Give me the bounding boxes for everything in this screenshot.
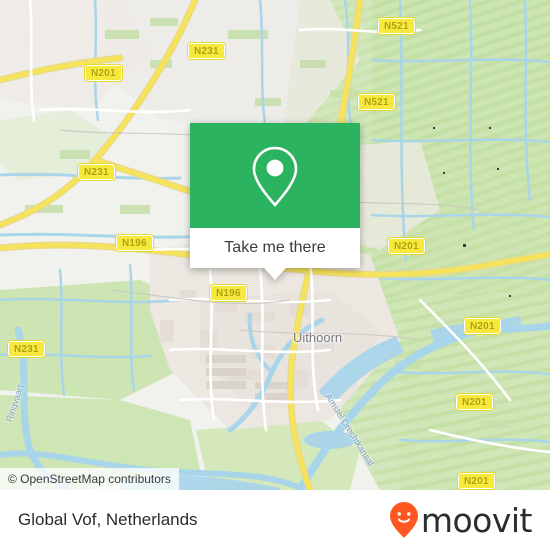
map-pin-icon bbox=[252, 146, 298, 207]
road-shield-n201-right[interactable]: N201 bbox=[387, 237, 426, 255]
road-shield-n201-east[interactable]: N201 bbox=[463, 317, 502, 335]
map-canvas[interactable]: Uithoorn Ringvaart Amstel Drechtkanaal N… bbox=[0, 0, 550, 490]
road-shield-n196-center[interactable]: N196 bbox=[209, 284, 248, 302]
road-shield-n231-top[interactable]: N231 bbox=[187, 42, 226, 60]
road-shield-n196-left[interactable]: N196 bbox=[115, 234, 154, 252]
road-shield-n231-bottomleft[interactable]: N231 bbox=[7, 340, 46, 358]
road-shield-n521-upper[interactable]: N521 bbox=[357, 93, 396, 111]
popup-header bbox=[190, 123, 360, 228]
place-label-uithoorn: Uithoorn bbox=[293, 330, 343, 345]
road-shield-n201-southeast[interactable]: N201 bbox=[455, 393, 494, 411]
location-popup-card[interactable]: Take me there bbox=[190, 123, 360, 280]
screenshot-root: Uithoorn Ringvaart Amstel Drechtkanaal N… bbox=[0, 0, 550, 550]
moovit-logo[interactable]: moovit bbox=[389, 500, 533, 540]
osm-attribution[interactable]: © OpenStreetMap contributors bbox=[0, 468, 179, 490]
road-shield-n201-bottom[interactable]: N201 bbox=[457, 472, 496, 490]
moovit-smiley-pin-icon bbox=[389, 502, 418, 538]
road-shield-n201-topleft[interactable]: N201 bbox=[84, 64, 123, 82]
take-me-there-label: Take me there bbox=[224, 239, 326, 256]
footer-bar: Global Vof, Netherlands moovit bbox=[0, 490, 550, 550]
road-shield-n231-left[interactable]: N231 bbox=[77, 163, 116, 181]
road-shield-n521-top[interactable]: N521 bbox=[377, 17, 416, 35]
popup-pointer bbox=[264, 268, 286, 280]
location-title: Global Vof, Netherlands bbox=[18, 510, 198, 529]
popup-action[interactable]: Take me there bbox=[190, 228, 360, 268]
moovit-wordmark: moovit bbox=[420, 500, 533, 540]
